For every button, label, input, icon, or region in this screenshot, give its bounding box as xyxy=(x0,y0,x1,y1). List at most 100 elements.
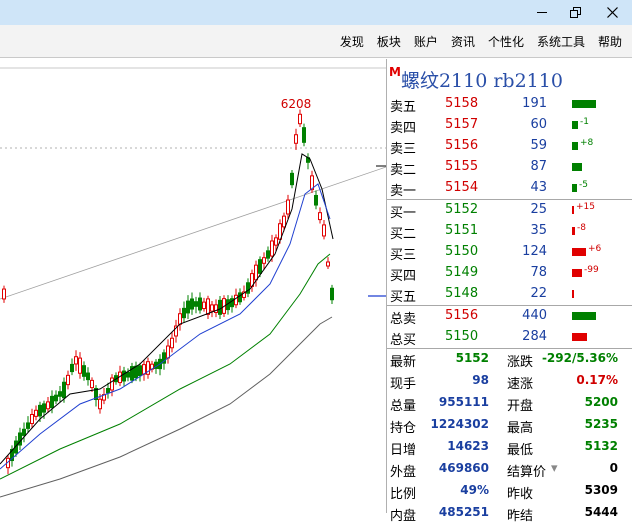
candle-body xyxy=(98,398,102,410)
sell-row: 卖一 5154 43 -5 xyxy=(387,178,632,199)
buy-change: -99 xyxy=(584,265,599,275)
minimize-icon xyxy=(537,12,547,13)
stat-value: 0.17% xyxy=(576,373,618,387)
candle-body xyxy=(38,404,42,417)
candle-body xyxy=(194,301,198,307)
candle-body xyxy=(302,127,306,143)
menu-personalize[interactable]: 个性化 xyxy=(488,33,524,50)
candle-body xyxy=(246,282,250,294)
sell-label: 卖二 xyxy=(390,163,417,178)
restore-button[interactable] xyxy=(557,0,593,25)
ma-line-green xyxy=(0,253,331,480)
candle-body xyxy=(62,381,66,399)
sell-label: 卖五 xyxy=(390,100,417,115)
candle-body xyxy=(50,395,54,409)
candle-body xyxy=(238,292,242,303)
candle-body xyxy=(266,250,270,259)
total-label: 总买 xyxy=(390,333,417,348)
sell-price: 5156 xyxy=(445,138,479,153)
menu-discover[interactable]: 发现 xyxy=(340,33,364,50)
sell-price: 5157 xyxy=(445,117,479,132)
menu-bar: 发现 板块 账户 资讯 个性化 系统工具 帮助 xyxy=(0,25,632,58)
sell-change: -5 xyxy=(579,180,588,190)
sell-volume-bar xyxy=(572,100,596,108)
buy-row: 买一 5152 25 +15 xyxy=(387,200,632,221)
menu-news[interactable]: 资讯 xyxy=(451,33,475,50)
stat-value: 5132 xyxy=(584,439,618,453)
candle-body xyxy=(322,224,326,237)
buy-change: +15 xyxy=(576,202,595,212)
sell-volume: 60 xyxy=(530,117,547,132)
buy-label: 买二 xyxy=(390,227,417,242)
candle-body xyxy=(282,215,286,228)
stat-value: 5152 xyxy=(455,351,489,365)
sell-volume: 87 xyxy=(530,159,547,174)
candle-body xyxy=(286,199,290,215)
buy-label: 买五 xyxy=(390,290,417,305)
menu-help[interactable]: 帮助 xyxy=(598,33,622,50)
stat-value: 0 xyxy=(609,461,618,475)
stat-value: 5200 xyxy=(584,395,618,409)
buy-label: 买三 xyxy=(390,248,417,263)
stat-label: 最高 xyxy=(507,421,534,436)
menu-sectors[interactable]: 板块 xyxy=(377,33,401,50)
sell-label: 卖三 xyxy=(390,142,417,157)
stat-value: 5235 xyxy=(584,417,618,431)
buy-price: 5148 xyxy=(445,286,479,301)
buy-row: 买五 5148 22 xyxy=(387,284,632,305)
sell-row: 卖五 5158 191 xyxy=(387,94,632,115)
candle-body xyxy=(182,307,186,319)
contract-name: 螺纹2110 rb2110 xyxy=(400,70,563,92)
stat-label: 比例 xyxy=(390,487,417,502)
stat-label: 持仓 xyxy=(390,421,417,436)
minimize-button[interactable] xyxy=(524,0,560,25)
buy-price: 5149 xyxy=(445,265,479,280)
stat-label: 内盘 xyxy=(390,509,417,524)
candle-body xyxy=(254,264,258,281)
sell-row: 卖二 5155 87 xyxy=(387,157,632,178)
candle-body xyxy=(234,294,238,306)
candle-body xyxy=(42,403,46,413)
candle-body xyxy=(318,212,322,221)
market-badge: M xyxy=(389,65,401,79)
title-bar xyxy=(0,0,632,25)
stat-value: 5309 xyxy=(584,483,618,497)
sell-price: 5155 xyxy=(445,159,479,174)
ma-line-black xyxy=(0,153,334,465)
buy-volume: 78 xyxy=(530,265,547,280)
buy-volume-bar xyxy=(572,269,582,277)
total-row: 总卖 5156 440 xyxy=(387,306,632,327)
stat-label: 最新 xyxy=(390,355,417,370)
candle-body xyxy=(26,422,30,429)
sell-price: 5154 xyxy=(445,180,479,195)
stat-label: 现手 xyxy=(390,377,417,392)
stat-value: 49% xyxy=(460,483,489,497)
total-volume: 440 xyxy=(522,308,547,323)
candle-body xyxy=(110,377,114,391)
buy-change: -8 xyxy=(577,223,586,233)
trend-line xyxy=(0,166,387,300)
candle-body xyxy=(70,363,74,373)
menu-account[interactable]: 账户 xyxy=(414,33,438,50)
buy-volume: 22 xyxy=(530,286,547,301)
stat-value: 14623 xyxy=(447,439,489,453)
total-label: 总卖 xyxy=(390,312,417,327)
buy-change: +6 xyxy=(588,244,602,254)
stat-label: 昨收 xyxy=(507,487,534,502)
stat-value: 469860 xyxy=(438,461,489,475)
sell-change: -1 xyxy=(580,117,589,127)
menu-system-tools[interactable]: 系统工具 xyxy=(537,33,585,50)
stat-label: 最低 xyxy=(507,443,534,458)
candle-body xyxy=(190,298,194,310)
stat-label: 总量 xyxy=(390,399,417,414)
candle-body xyxy=(294,134,298,144)
close-button[interactable] xyxy=(594,0,630,25)
candle-body xyxy=(274,237,278,246)
buy-volume-bar xyxy=(572,290,574,298)
sell-label: 卖一 xyxy=(390,184,417,199)
candle-body xyxy=(138,365,142,377)
stat-value: 98 xyxy=(472,373,489,387)
candle-body xyxy=(186,300,190,314)
buy-volume: 124 xyxy=(522,244,547,259)
kline-chart[interactable]: 6208 xyxy=(0,59,387,513)
